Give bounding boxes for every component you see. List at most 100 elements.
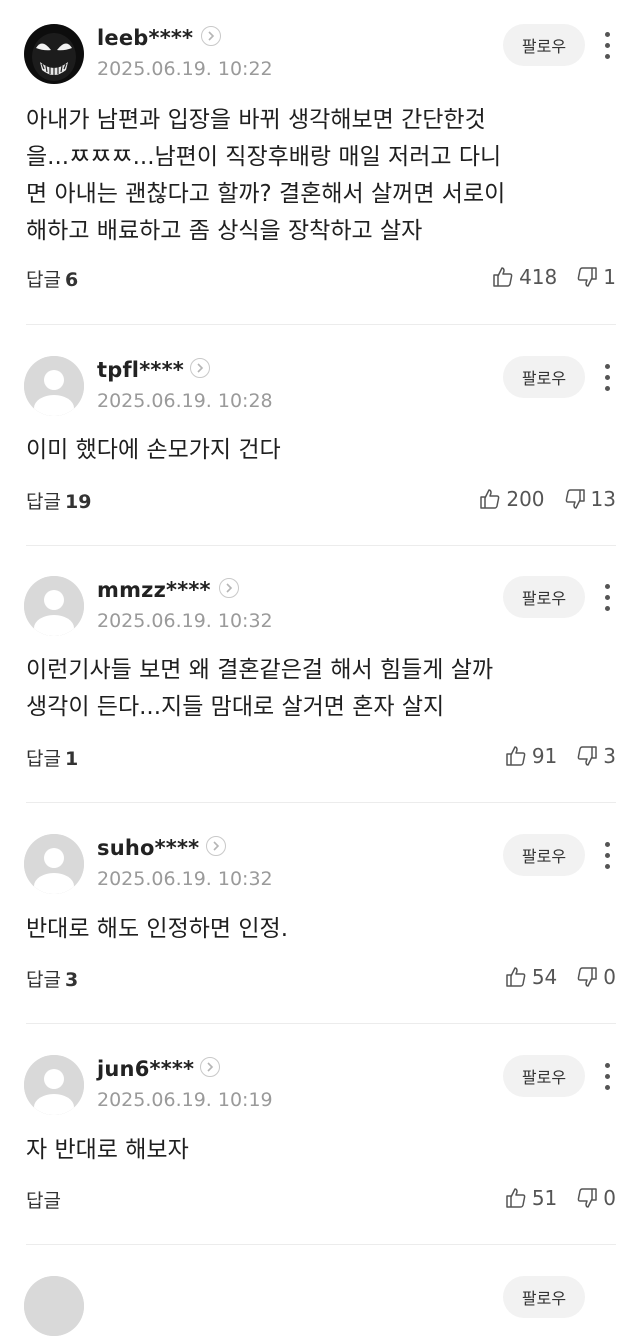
dislike-count: 0 <box>603 1186 616 1210</box>
thumbs-down-icon <box>565 489 585 509</box>
like-button[interactable]: 51 <box>504 1186 557 1210</box>
more-options-icon[interactable] <box>598 580 618 616</box>
reply-label: 답글 <box>26 748 61 770</box>
reply-label: 답글 <box>26 969 61 991</box>
comment-text: 아내가 남편과 입장을 바뀌 생각해보면 간단한것 을...ㅉㅉㅉ...남편이 … <box>26 102 616 250</box>
dislike-button[interactable]: 0 <box>575 1186 616 1210</box>
thumbs-down-icon <box>577 746 598 766</box>
comment-line: 반대로 해도 인정하면 인정. <box>26 916 289 942</box>
more-options-icon[interactable] <box>598 1059 618 1095</box>
dislike-button[interactable]: 3 <box>575 744 616 768</box>
thumbs-up-icon <box>506 967 526 987</box>
reply-button[interactable]: 답글 1 <box>26 744 78 771</box>
chevron-right-icon[interactable] <box>219 578 239 598</box>
reply-button[interactable]: 답글 6 <box>26 265 78 292</box>
like-count: 418 <box>519 265 558 289</box>
like-count: 200 <box>506 487 545 511</box>
follow-button[interactable]: 팔로우 <box>503 1276 585 1318</box>
comment-line: 이미 했다에 손모가지 건다 <box>26 437 281 463</box>
thumbs-up-icon <box>506 746 526 766</box>
like-count: 51 <box>531 1186 558 1210</box>
reply-count: 1 <box>64 748 79 770</box>
reply-label: 답글 <box>26 269 61 291</box>
default-avatar-icon <box>24 356 84 416</box>
comment-line: 생각이 든다...지들 맘대로 살거면 혼자 살지 <box>26 694 445 720</box>
chevron-right-icon[interactable] <box>190 358 210 378</box>
chevron-right-icon[interactable] <box>201 26 221 46</box>
thumbs-down-icon <box>577 967 598 987</box>
follow-button[interactable]: 팔로우 <box>503 576 585 618</box>
comment-line: 해하고 배료하고 좀 상식을 장착하고 살자 <box>26 218 423 244</box>
default-avatar-icon <box>24 576 84 636</box>
venom-avatar-icon <box>24 24 84 84</box>
avatar[interactable] <box>24 1276 84 1336</box>
timestamp: 2025.06.19. 10:19 <box>97 1089 273 1111</box>
follow-button[interactable]: 팔로우 <box>503 1055 585 1097</box>
dislike-count: 0 <box>603 965 616 989</box>
vote-group: 418 1 <box>491 265 616 289</box>
default-avatar-icon <box>24 1276 84 1336</box>
dislike-count: 3 <box>603 744 616 768</box>
username[interactable]: leeb**** <box>97 26 193 50</box>
avatar[interactable] <box>24 24 84 84</box>
like-button[interactable]: 418 <box>491 265 557 289</box>
dislike-count: 13 <box>590 487 616 511</box>
divider <box>26 1244 616 1245</box>
avatar[interactable] <box>24 834 84 894</box>
avatar[interactable] <box>24 1055 84 1115</box>
like-count: 91 <box>531 744 558 768</box>
timestamp: 2025.06.19. 10:32 <box>97 610 273 632</box>
username[interactable]: mmzz**** <box>97 578 211 602</box>
vote-group: 54 0 <box>504 965 616 989</box>
reply-button[interactable]: 답글 19 <box>26 487 91 514</box>
like-button[interactable]: 54 <box>504 965 557 989</box>
username[interactable]: jun6**** <box>97 1057 194 1081</box>
avatar[interactable] <box>24 576 84 636</box>
username[interactable]: suho**** <box>97 836 199 860</box>
reply-label: 답글 <box>26 491 61 513</box>
follow-button[interactable]: 팔로우 <box>503 356 585 398</box>
timestamp: 2025.06.19. 10:22 <box>97 58 273 80</box>
more-options-icon[interactable] <box>598 838 618 874</box>
reply-label: 답글 <box>26 1190 61 1212</box>
comment-line: 을...ㅉㅉㅉ...남편이 직장후배랑 매일 저러고 다니 <box>26 144 502 170</box>
thumbs-down-icon <box>577 267 598 287</box>
timestamp: 2025.06.19. 10:28 <box>97 390 273 412</box>
like-button[interactable]: 200 <box>478 487 545 511</box>
comment-line: 면 아내는 괜찮다고 할까? 결혼해서 살꺼면 서로이 <box>26 181 506 207</box>
comment-footer: 답글 51 0 <box>0 1186 640 1216</box>
divider <box>26 1023 616 1024</box>
vote-group: 51 0 <box>504 1186 616 1210</box>
comment-text: 자 반대로 해보자 <box>26 1132 616 1169</box>
dislike-button[interactable]: 13 <box>563 487 616 511</box>
thumbs-up-icon <box>480 489 500 509</box>
comment-text: 이미 했다에 손모가지 건다 <box>26 432 616 469</box>
thumbs-up-icon <box>493 267 513 287</box>
follow-button[interactable]: 팔로우 <box>503 24 585 66</box>
divider <box>26 545 616 546</box>
divider <box>26 324 616 325</box>
dislike-button[interactable]: 1 <box>575 265 616 289</box>
more-options-icon[interactable] <box>598 28 618 64</box>
like-button[interactable]: 91 <box>504 744 557 768</box>
reply-button[interactable]: 답글 3 <box>26 965 78 992</box>
reply-button[interactable]: 답글 <box>26 1186 65 1213</box>
default-avatar-icon <box>24 834 84 894</box>
dislike-button[interactable]: 0 <box>575 965 616 989</box>
thumbs-down-icon <box>577 1188 598 1208</box>
comment-text: 반대로 해도 인정하면 인정. <box>26 911 616 948</box>
follow-button[interactable]: 팔로우 <box>503 834 585 876</box>
username[interactable]: tpfl**** <box>97 358 184 382</box>
divider <box>26 802 616 803</box>
vote-group: 200 13 <box>478 487 616 511</box>
comment-text: 이런기사들 보면 왜 결혼같은걸 해서 힘들게 살까 생각이 든다...지들 맘… <box>26 652 616 726</box>
like-count: 54 <box>531 965 558 989</box>
reply-count: 6 <box>64 269 79 291</box>
timestamp: 2025.06.19. 10:32 <box>97 868 273 890</box>
avatar[interactable] <box>24 356 84 416</box>
chevron-right-icon[interactable] <box>206 836 226 856</box>
chevron-right-icon[interactable] <box>200 1057 220 1077</box>
comment-footer: 답글 19 200 13 <box>0 487 640 517</box>
comment-footer: 답글 1 91 3 <box>0 744 640 774</box>
more-options-icon[interactable] <box>598 360 618 396</box>
